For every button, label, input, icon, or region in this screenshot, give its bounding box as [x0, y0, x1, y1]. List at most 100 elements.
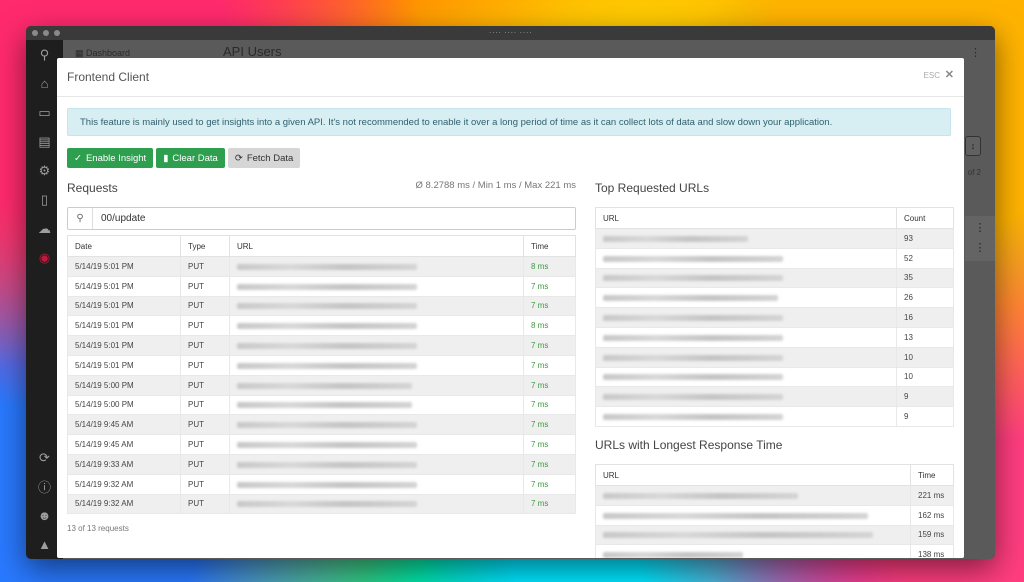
- request-date: 5/14/19 5:01 PM: [67, 335, 181, 356]
- table-row[interactable]: 5/14/19 5:01 PM PUT 7 ms: [67, 275, 576, 297]
- request-url: [229, 473, 524, 495]
- table-row[interactable]: 13: [595, 326, 954, 348]
- request-type: PUT: [180, 275, 230, 297]
- redacted-url: [237, 481, 417, 488]
- redacted-url: [237, 402, 412, 409]
- table-row[interactable]: 10: [595, 366, 954, 388]
- page-title: API Users: [223, 44, 282, 59]
- table-row[interactable]: 5/14/19 5:01 PM PUT 7 ms: [67, 335, 576, 356]
- row-menu-icon[interactable]: ⋮: [965, 236, 995, 261]
- column-header-count[interactable]: Count: [896, 207, 954, 229]
- url-response-time: 221 ms: [910, 485, 954, 506]
- requests-title: Requests: [67, 181, 118, 195]
- redacted-url: [603, 334, 783, 341]
- close-icon[interactable]: ✕: [945, 68, 954, 81]
- table-row[interactable]: 221 ms: [595, 485, 954, 506]
- slow-url: [595, 485, 911, 506]
- table-row[interactable]: 5/14/19 5:00 PM PUT 7 ms: [67, 374, 576, 396]
- table-row[interactable]: 16: [595, 307, 954, 328]
- slow-url: [595, 504, 911, 526]
- request-time: 8 ms: [523, 315, 576, 337]
- request-type: PUT: [180, 256, 230, 277]
- table-row[interactable]: 9: [595, 406, 954, 427]
- table-row[interactable]: 10: [595, 346, 954, 368]
- request-time: 7 ms: [523, 335, 576, 356]
- column-header-date[interactable]: Date: [67, 235, 181, 257]
- longest-urls-title: URLs with Longest Response Time: [595, 438, 783, 452]
- url-response-time: 162 ms: [910, 504, 954, 526]
- redacted-url: [603, 413, 783, 420]
- table-row[interactable]: 5/14/19 5:00 PM PUT 7 ms: [67, 394, 576, 416]
- table-row[interactable]: 5/14/19 5:01 PM PUT 8 ms: [67, 315, 576, 337]
- table-row[interactable]: 138 ms: [595, 544, 954, 558]
- table-row[interactable]: 159 ms: [595, 524, 954, 546]
- table-row[interactable]: 26: [595, 287, 954, 309]
- search-input[interactable]: [93, 212, 563, 225]
- redacted-url: [603, 354, 783, 361]
- table-row[interactable]: 5/14/19 9:32 AM PUT 7 ms: [67, 473, 576, 495]
- url-count: 26: [896, 287, 954, 309]
- trash-icon: ▮: [163, 152, 169, 164]
- top-url: [595, 326, 897, 348]
- top-urls-table: URL Count 93 52 35 26 16 13 10 10 9 9: [595, 207, 954, 427]
- request-type: PUT: [180, 493, 230, 515]
- table-row[interactable]: 5/14/19 9:45 AM PUT 7 ms: [67, 414, 576, 436]
- requests-count: 13 of 13 requests: [67, 524, 129, 533]
- top-url: [595, 267, 897, 289]
- table-row[interactable]: 93: [595, 228, 954, 249]
- url-count: 10: [896, 346, 954, 368]
- url-count: 9: [896, 386, 954, 408]
- request-time: 7 ms: [523, 275, 576, 297]
- table-row[interactable]: 35: [595, 267, 954, 289]
- top-urls-title: Top Requested URLs: [595, 181, 710, 195]
- request-url: [229, 295, 524, 317]
- column-header-time[interactable]: Time: [523, 235, 576, 257]
- request-date: 5/14/19 5:00 PM: [67, 374, 181, 396]
- table-row[interactable]: 162 ms: [595, 504, 954, 526]
- request-type: PUT: [180, 354, 230, 376]
- modal-header: Frontend Client ESC ✕: [57, 58, 964, 97]
- request-time: 7 ms: [523, 295, 576, 317]
- request-time: 7 ms: [523, 473, 576, 495]
- redacted-url: [237, 283, 417, 290]
- column-header-type[interactable]: Type: [180, 235, 230, 257]
- redacted-url: [237, 342, 417, 349]
- more-icon[interactable]: ⋮: [970, 46, 981, 59]
- request-url: [229, 354, 524, 376]
- redacted-url: [603, 374, 783, 381]
- table-row[interactable]: 5/14/19 5:01 PM PUT 7 ms: [67, 295, 576, 317]
- column-header-url[interactable]: URL: [595, 464, 911, 486]
- modal-title: Frontend Client: [67, 70, 150, 84]
- table-row[interactable]: 5/14/19 9:33 AM PUT 7 ms: [67, 453, 576, 475]
- request-time: 7 ms: [523, 394, 576, 416]
- request-url: [229, 335, 524, 356]
- redacted-url: [603, 275, 783, 282]
- request-type: PUT: [180, 473, 230, 495]
- request-url: [229, 434, 524, 455]
- url-count: 52: [896, 247, 954, 269]
- request-time: 7 ms: [523, 434, 576, 455]
- fetch-data-button[interactable]: ⟳ Fetch Data: [227, 148, 301, 168]
- page-select[interactable]: ↕: [965, 136, 981, 156]
- table-row[interactable]: 52: [595, 247, 954, 269]
- table-row[interactable]: 5/14/19 9:32 AM PUT 7 ms: [67, 493, 576, 515]
- request-date: 5/14/19 9:45 AM: [67, 414, 181, 436]
- column-header-url[interactable]: URL: [229, 235, 524, 257]
- enable-insight-button[interactable]: ✓ Enable Insight: [67, 148, 154, 168]
- esc-hint: ESC: [923, 71, 940, 80]
- table-row[interactable]: 5/14/19 5:01 PM PUT 8 ms: [67, 256, 576, 277]
- request-type: PUT: [180, 295, 230, 317]
- table-row[interactable]: 9: [595, 386, 954, 408]
- table-row[interactable]: 5/14/19 9:45 AM PUT 7 ms: [67, 434, 576, 455]
- request-url: [229, 315, 524, 337]
- request-url: [229, 493, 524, 515]
- column-header-url[interactable]: URL: [595, 207, 897, 229]
- column-header-time[interactable]: Time: [910, 464, 954, 486]
- request-url: [229, 275, 524, 297]
- title-bar: ···· ···· ····: [26, 26, 995, 40]
- table-row[interactable]: 5/14/19 5:01 PM PUT 7 ms: [67, 354, 576, 376]
- redacted-url: [237, 441, 417, 448]
- clear-data-button[interactable]: ▮ Clear Data: [156, 148, 225, 168]
- redacted-url: [603, 394, 783, 401]
- top-url: [595, 287, 897, 309]
